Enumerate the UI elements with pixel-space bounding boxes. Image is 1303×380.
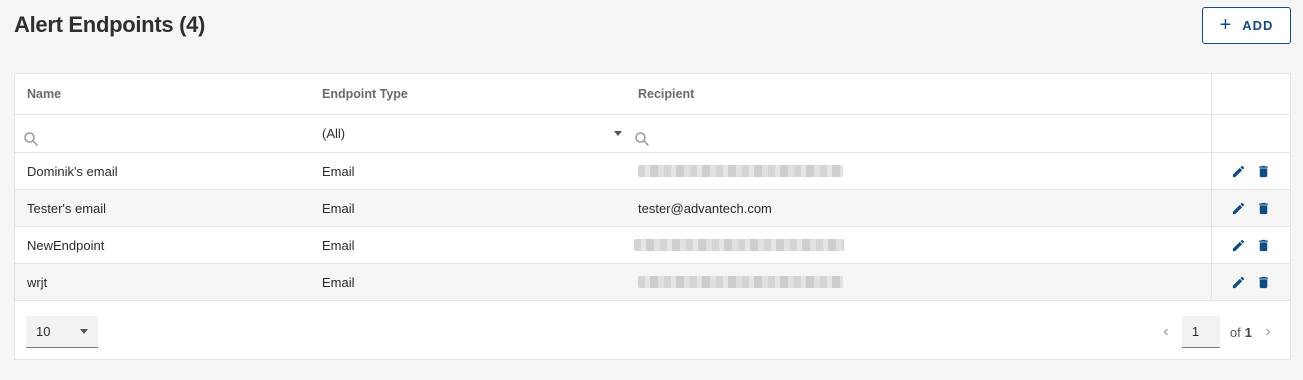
caret-down-icon — [614, 131, 622, 136]
search-icon — [24, 131, 38, 146]
row-type: Email — [322, 163, 355, 179]
column-header-recipient[interactable]: Recipient — [638, 74, 694, 114]
pencil-icon[interactable] — [1231, 164, 1246, 179]
column-header-type[interactable]: Endpoint Type — [322, 74, 408, 114]
table-row[interactable]: Tester's email Email tester@advantech.co… — [15, 190, 1290, 227]
row-name: NewEndpoint — [27, 237, 105, 253]
row-name: wrjt — [27, 274, 48, 290]
chevron-right-icon[interactable]: › — [1258, 322, 1278, 342]
filter-actions-cell — [1211, 115, 1290, 152]
row-type: Email — [322, 274, 355, 290]
page-size-select[interactable]: 10 — [26, 316, 98, 348]
add-button-label: ADD — [1242, 18, 1274, 33]
name-filter-input[interactable] — [23, 115, 39, 152]
page-title: Alert Endpoints (4) — [14, 12, 206, 37]
redacted-recipient — [638, 165, 843, 177]
caret-down-icon — [80, 329, 88, 334]
total-pages: 1 — [1244, 324, 1252, 340]
filter-row: (All) — [15, 115, 1290, 153]
row-actions — [1211, 264, 1290, 300]
table-row[interactable]: NewEndpoint Email — [15, 227, 1290, 264]
pagination: ‹ of 1 › — [1156, 316, 1278, 348]
row-actions — [1211, 153, 1290, 189]
redacted-recipient — [638, 276, 843, 288]
column-header-name[interactable]: Name — [27, 74, 61, 114]
type-filter-value: (All) — [322, 126, 346, 141]
row-actions — [1211, 190, 1290, 226]
table-footer: 10 ‹ of 1 › — [15, 302, 1290, 360]
row-type: Email — [322, 200, 355, 216]
recipient-filter-input[interactable] — [634, 115, 650, 152]
row-recipient — [638, 264, 843, 300]
pencil-icon[interactable] — [1231, 238, 1246, 253]
type-filter-select[interactable]: (All) — [322, 115, 622, 152]
pencil-icon[interactable] — [1231, 275, 1246, 290]
page-number-input[interactable] — [1181, 316, 1220, 348]
table-header: Name Endpoint Type Recipient — [15, 74, 1290, 115]
row-recipient — [634, 227, 844, 263]
plus-icon: + — [1219, 13, 1233, 36]
trash-icon[interactable] — [1256, 201, 1271, 216]
endpoints-table: Name Endpoint Type Recipient (All) Domin… — [14, 73, 1291, 360]
redacted-recipient — [634, 239, 844, 251]
search-icon — [635, 131, 649, 146]
trash-icon[interactable] — [1256, 238, 1271, 253]
table-row[interactable]: Dominik's email Email — [15, 153, 1290, 190]
row-actions — [1211, 227, 1290, 263]
row-recipient — [638, 153, 843, 189]
table-row[interactable]: wrjt Email — [15, 264, 1290, 301]
row-name: Dominik's email — [27, 163, 118, 179]
chevron-left-icon[interactable]: ‹ — [1156, 322, 1176, 342]
row-name: Tester's email — [27, 200, 107, 216]
pencil-icon[interactable] — [1231, 201, 1246, 216]
of-label: of — [1229, 324, 1241, 340]
alert-endpoints-page: Alert Endpoints (4) + ADD Name Endpoint … — [0, 0, 1303, 380]
trash-icon[interactable] — [1256, 275, 1271, 290]
column-header-actions — [1211, 74, 1290, 114]
add-button[interactable]: + ADD — [1202, 7, 1291, 44]
page-size-value: 10 — [36, 324, 51, 339]
row-type: Email — [322, 237, 355, 253]
trash-icon[interactable] — [1256, 164, 1271, 179]
row-recipient: tester@advantech.com — [638, 200, 772, 216]
